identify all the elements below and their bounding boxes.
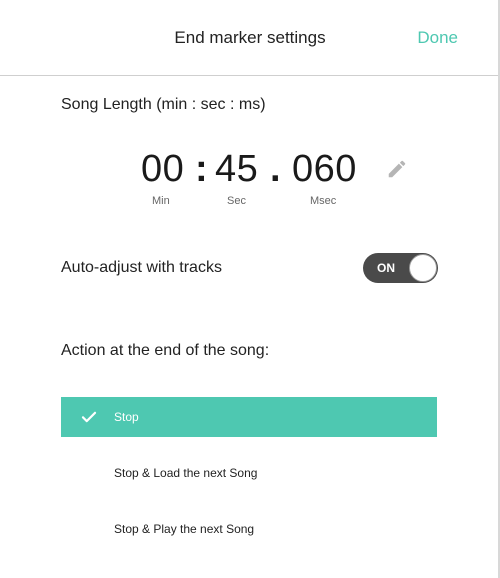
sec-ms-separator: . [270,148,281,190]
auto-adjust-toggle[interactable]: ON [363,253,438,283]
seconds-unit-label: Sec [227,195,246,207]
option-label: Stop & Load the next Song [114,466,258,480]
end-action-label: Action at the end of the song: [61,342,270,359]
done-button[interactable]: Done [417,28,458,48]
toggle-knob [409,254,437,282]
option-label: Stop & Play the next Song [114,522,255,536]
auto-adjust-label: Auto-adjust with tracks [61,259,222,276]
toggle-state-label: ON [377,261,395,275]
check-icon [81,411,97,423]
option-label: Stop [114,410,139,424]
seconds-value[interactable]: 45 [215,148,258,191]
milliseconds-unit-label: Msec [310,195,337,207]
minutes-value[interactable]: 00 [141,148,184,191]
option-stop-load-next[interactable]: Stop & Load the next Song [61,453,437,493]
pencil-icon[interactable] [386,158,408,180]
song-length-label: Song Length (min : sec : ms) [61,96,266,113]
dialog-header: End marker settings Done [0,0,500,76]
option-stop-play-next[interactable]: Stop & Play the next Song [61,509,437,549]
option-stop[interactable]: Stop [61,397,437,437]
end-marker-settings-dialog: End marker settings Done Song Length (mi… [0,0,500,578]
milliseconds-value[interactable]: 060 [292,148,357,191]
min-sec-separator: : [195,148,208,190]
song-length-display[interactable]: 00 : 45 . 060 Min Sec Msec [0,148,500,208]
minutes-unit-label: Min [152,195,170,207]
